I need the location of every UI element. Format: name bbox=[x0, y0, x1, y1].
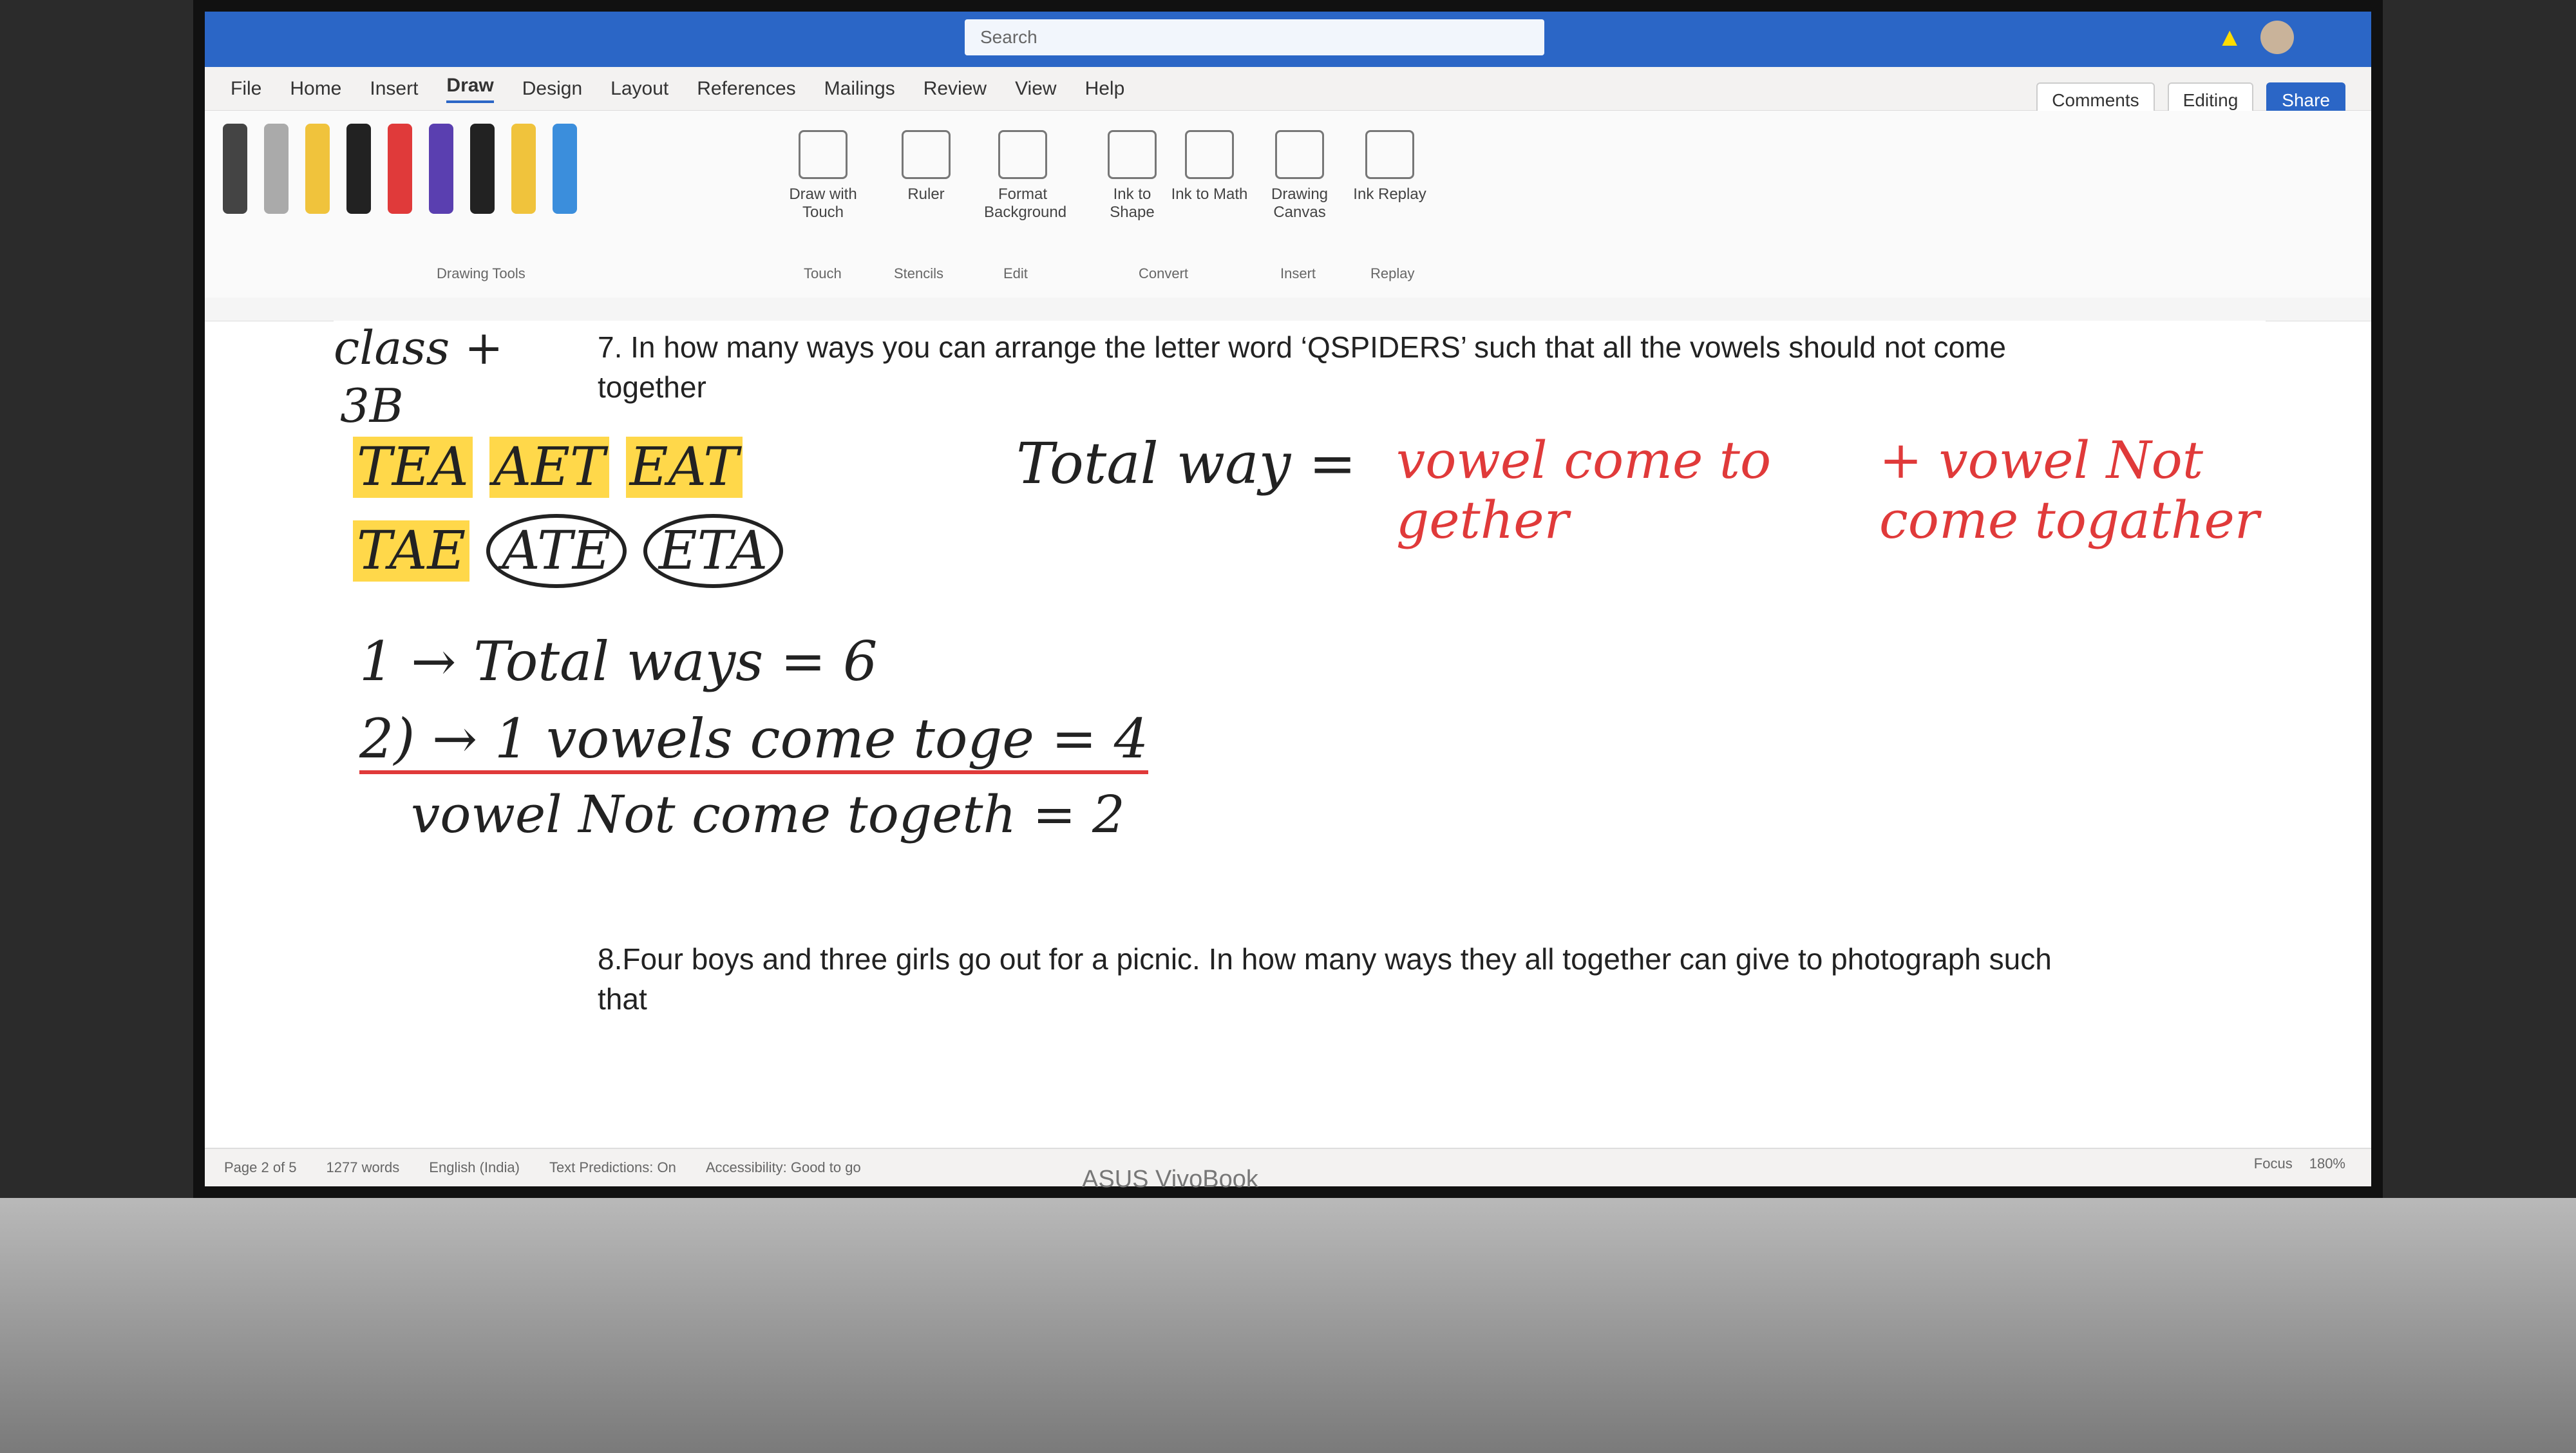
drawing-canvas-button[interactable]: Drawing Canvas bbox=[1261, 130, 1338, 222]
canvas-icon bbox=[1275, 130, 1324, 179]
zoom-level[interactable]: 180% bbox=[2309, 1155, 2345, 1172]
margin-note-class: class + bbox=[334, 321, 504, 375]
title-bar: Search ▲ bbox=[205, 12, 2371, 67]
document-page: class + 3B 7. In how many ways you can a… bbox=[334, 321, 2266, 1158]
line-total-ways: 1 → Total ways = 6 bbox=[359, 630, 878, 693]
insert-group-label: Insert bbox=[1280, 265, 1316, 281]
arrangement-tea: TEA bbox=[353, 437, 473, 498]
line-vowels-together: 2) → 1 vowels come toge = 4 bbox=[359, 707, 1149, 774]
pen-red-icon[interactable] bbox=[388, 124, 412, 214]
ruler-icon bbox=[902, 130, 951, 179]
touch-icon bbox=[799, 130, 848, 179]
margin-note-3b: 3B bbox=[340, 379, 404, 433]
formula-vowel-come-together: vowel come to gether bbox=[1396, 430, 1772, 550]
line-vowels-not-together: vowel Not come togeth = 2 bbox=[411, 784, 1125, 844]
arrangement-ate: ATE bbox=[486, 514, 627, 588]
arrangement-aet: AET bbox=[489, 437, 609, 498]
tab-draw[interactable]: Draw bbox=[446, 75, 494, 103]
math-icon bbox=[1185, 130, 1234, 179]
draw-ribbon: Drawing Tools Draw with Touch Touch Rule… bbox=[205, 111, 2371, 299]
pen-blue-icon[interactable] bbox=[553, 124, 577, 214]
replay-icon bbox=[1365, 130, 1414, 179]
arrangement-eat: EAT bbox=[625, 437, 743, 498]
ink-to-math-button[interactable]: Ink to Math bbox=[1171, 130, 1248, 204]
arrangement-tae: TAE bbox=[353, 520, 470, 582]
search-box[interactable]: Search bbox=[965, 19, 1544, 55]
word-count[interactable]: 1277 words bbox=[327, 1159, 400, 1176]
select-tool-icon[interactable] bbox=[223, 124, 247, 214]
pen-black-icon[interactable] bbox=[346, 124, 371, 214]
ruler-button[interactable]: Ruler bbox=[887, 130, 965, 204]
background-icon bbox=[998, 130, 1047, 179]
focus-button[interactable]: Focus bbox=[2254, 1155, 2293, 1172]
tab-help[interactable]: Help bbox=[1085, 78, 1125, 100]
tab-review[interactable]: Review bbox=[923, 78, 987, 100]
convert-group-label: Convert bbox=[1139, 265, 1189, 281]
stencils-group-label: Stencils bbox=[894, 265, 944, 281]
page-count[interactable]: Page 2 of 5 bbox=[224, 1159, 297, 1176]
touch-group-label: Touch bbox=[804, 265, 842, 281]
pen-purple-icon[interactable] bbox=[429, 124, 453, 214]
tab-insert[interactable]: Insert bbox=[370, 78, 418, 100]
replay-group-label: Replay bbox=[1370, 265, 1415, 281]
shape-icon bbox=[1108, 130, 1157, 179]
lasso-tool-icon[interactable] bbox=[264, 124, 289, 214]
arrangements-row-1: TEA AET EAT bbox=[353, 437, 743, 498]
highlighter-yellow-icon[interactable] bbox=[305, 124, 330, 214]
ink-replay-button[interactable]: Ink Replay bbox=[1351, 130, 1428, 204]
ink-to-shape-button[interactable]: Ink to Shape bbox=[1094, 130, 1171, 222]
arrangement-eta: ETA bbox=[643, 514, 784, 588]
format-background-button[interactable]: Format Background bbox=[984, 130, 1066, 222]
tab-design[interactable]: Design bbox=[522, 78, 582, 100]
question-8: 8.Four boys and three girls go out for a… bbox=[598, 942, 2052, 1016]
tab-view[interactable]: View bbox=[1015, 78, 1056, 100]
laptop-keyboard bbox=[0, 1198, 2576, 1453]
formula-vowel-not-come-together: + vowel Not come togather bbox=[1879, 430, 2260, 550]
status-bar: Page 2 of 5 1277 words English (India) T… bbox=[205, 1148, 2371, 1186]
question-7: 7. In how many ways you can arrange the … bbox=[598, 330, 2006, 404]
tab-file[interactable]: File bbox=[231, 78, 261, 100]
edit-group-label: Edit bbox=[1003, 265, 1028, 281]
tab-mailings[interactable]: Mailings bbox=[824, 78, 895, 100]
tab-home[interactable]: Home bbox=[290, 78, 341, 100]
accessibility-status[interactable]: Accessibility: Good to go bbox=[706, 1159, 861, 1176]
screen: Search ▲ File Home Insert Draw Design La… bbox=[193, 0, 2383, 1198]
formula-total-way: Total way = bbox=[1016, 430, 1356, 497]
text-predictions-status[interactable]: Text Predictions: On bbox=[549, 1159, 676, 1176]
status-right-controls: Focus 180% bbox=[2254, 1155, 2345, 1172]
avatar[interactable] bbox=[2260, 21, 2294, 54]
pen-dark-icon[interactable] bbox=[470, 124, 495, 214]
draw-with-touch-button[interactable]: Draw with Touch bbox=[784, 130, 862, 222]
arrangements-row-2: TAE ATE ETA bbox=[353, 514, 784, 588]
highlighter-yellow-2-icon[interactable] bbox=[511, 124, 536, 214]
tab-references[interactable]: References bbox=[697, 78, 795, 100]
horizontal-ruler bbox=[205, 298, 2371, 321]
laptop-brand: ASUS VivoBook bbox=[1082, 1166, 1258, 1193]
drawing-tools-group bbox=[205, 124, 577, 278]
drawing-tools-label: Drawing Tools bbox=[437, 265, 526, 281]
warning-icon: ▲ bbox=[2217, 23, 2242, 52]
language-status[interactable]: English (India) bbox=[429, 1159, 520, 1176]
tab-layout[interactable]: Layout bbox=[611, 78, 668, 100]
